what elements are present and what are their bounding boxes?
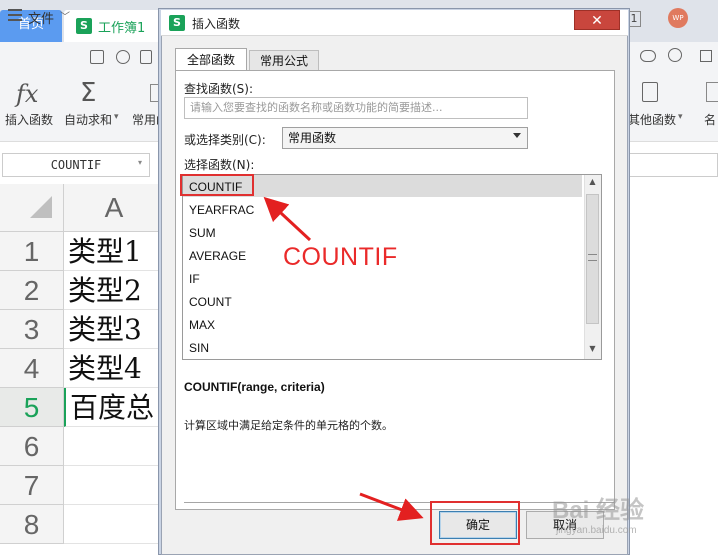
- cell-a2[interactable]: 类型2: [64, 271, 164, 310]
- scroll-up-icon[interactable]: ▲: [584, 177, 601, 191]
- insert-function-button[interactable]: fx 插入函数: [0, 78, 58, 138]
- function-signature: COUNTIF(range, criteria): [184, 380, 325, 394]
- annotation-highlight-box: [180, 174, 254, 196]
- watermark-url: jingyan.baidu.com: [556, 525, 637, 536]
- footer-divider: [184, 502, 614, 503]
- save-icon[interactable]: [90, 50, 104, 64]
- row-header[interactable]: 8: [0, 505, 64, 544]
- search-label: 查找函数(S):: [184, 82, 254, 96]
- function-list-item[interactable]: COUNT: [189, 295, 232, 309]
- function-list-item[interactable]: YEARFRAC: [189, 203, 254, 217]
- print-icon[interactable]: [140, 50, 152, 64]
- cell-a6[interactable]: [64, 427, 164, 466]
- row-header[interactable]: 4: [0, 349, 64, 388]
- cloud-icon[interactable]: [640, 50, 656, 62]
- row-header[interactable]: 7: [0, 466, 64, 505]
- row-header[interactable]: 5: [0, 388, 64, 427]
- row-header[interactable]: 1: [0, 232, 64, 271]
- format-painter-icon[interactable]: [116, 50, 130, 64]
- avatar[interactable]: WP: [668, 8, 688, 28]
- column-header-a[interactable]: A: [64, 184, 164, 232]
- function-list-item[interactable]: SUM: [189, 226, 216, 240]
- cell-a5[interactable]: 百度总: [64, 388, 164, 427]
- cell-a4[interactable]: 类型4: [64, 349, 164, 388]
- watermark-logo: Bai 经验: [552, 497, 645, 524]
- sigma-icon: Σ: [80, 78, 97, 108]
- select-all-triangle-icon: [30, 196, 52, 218]
- common-functions-label: 常用函: [132, 113, 160, 127]
- row-header[interactable]: 6: [0, 427, 64, 466]
- tab-workbook[interactable]: S 工作簿1: [64, 10, 162, 42]
- tab-workbook-label: 工作簿1: [98, 21, 146, 36]
- close-button[interactable]: ✕: [574, 10, 620, 30]
- function-list-item[interactable]: AVERAGE: [189, 249, 246, 263]
- function-description: 计算区域中满足给定条件的单元格的个数。: [184, 419, 393, 432]
- tab-all-functions[interactable]: 全部函数: [175, 48, 247, 70]
- scroll-down-icon[interactable]: ▼: [584, 344, 601, 358]
- cell-a8[interactable]: [64, 505, 164, 544]
- formula-input[interactable]: [625, 153, 718, 177]
- book-icon: [642, 82, 658, 102]
- insert-function-label: 插入函数: [5, 113, 54, 127]
- chevron-down-icon[interactable]: ▾: [138, 158, 142, 167]
- search-input[interactable]: 请输入您要查找的函数名称或函数功能的简要描述...: [184, 97, 528, 119]
- common-functions-button[interactable]: 常用函: [130, 78, 160, 138]
- function-list-item[interactable]: SIN: [189, 341, 209, 355]
- chevron-down-icon[interactable]: [513, 133, 521, 138]
- cell-a3[interactable]: 类型3: [64, 310, 164, 349]
- name-manager-icon: [706, 82, 718, 102]
- fx-icon: fx: [16, 80, 39, 108]
- cell-a1[interactable]: 类型1: [64, 232, 164, 271]
- autosum-button[interactable]: Σ 自动求和 ▾: [62, 78, 122, 138]
- row-header[interactable]: 2: [0, 271, 64, 310]
- cell-a7[interactable]: [64, 466, 164, 505]
- other-functions-label: 其他函数: [628, 113, 677, 127]
- name-box[interactable]: COUNTIF: [2, 153, 150, 177]
- chevron-down-icon: ▾: [114, 112, 119, 122]
- add-user-icon[interactable]: [668, 48, 682, 62]
- dialog-title: 插入函数: [192, 17, 241, 31]
- other-functions-button[interactable]: 其他函数 ▾: [626, 78, 686, 138]
- menu-file[interactable]: 文件: [28, 8, 54, 27]
- spreadsheet-icon: S: [76, 18, 92, 34]
- tab-common-formulas[interactable]: 常用公式: [249, 50, 319, 70]
- function-list-item[interactable]: MAX: [189, 318, 215, 332]
- hamburger-menu-icon[interactable]: [8, 9, 22, 21]
- category-select[interactable]: 常用函数: [282, 127, 528, 149]
- name-manager-button[interactable]: 名: [700, 78, 718, 138]
- scroll-grip-icon: [588, 254, 597, 261]
- row-header[interactable]: 3: [0, 310, 64, 349]
- category-label: 或选择类别(C):: [184, 133, 266, 147]
- function-list-item[interactable]: IF: [189, 272, 200, 286]
- function-list-label: 选择函数(N):: [184, 158, 255, 172]
- annotation-ok-highlight: [430, 501, 520, 545]
- autosum-label: 自动求和: [64, 113, 113, 127]
- share-icon[interactable]: [700, 50, 712, 62]
- annotation-label: COUNTIF: [283, 243, 398, 271]
- chevron-down-icon: ▾: [678, 112, 683, 122]
- name-manager-label: 名: [704, 113, 717, 127]
- chevron-down-icon[interactable]: ﹀: [60, 8, 70, 23]
- spreadsheet-icon: S: [169, 15, 185, 31]
